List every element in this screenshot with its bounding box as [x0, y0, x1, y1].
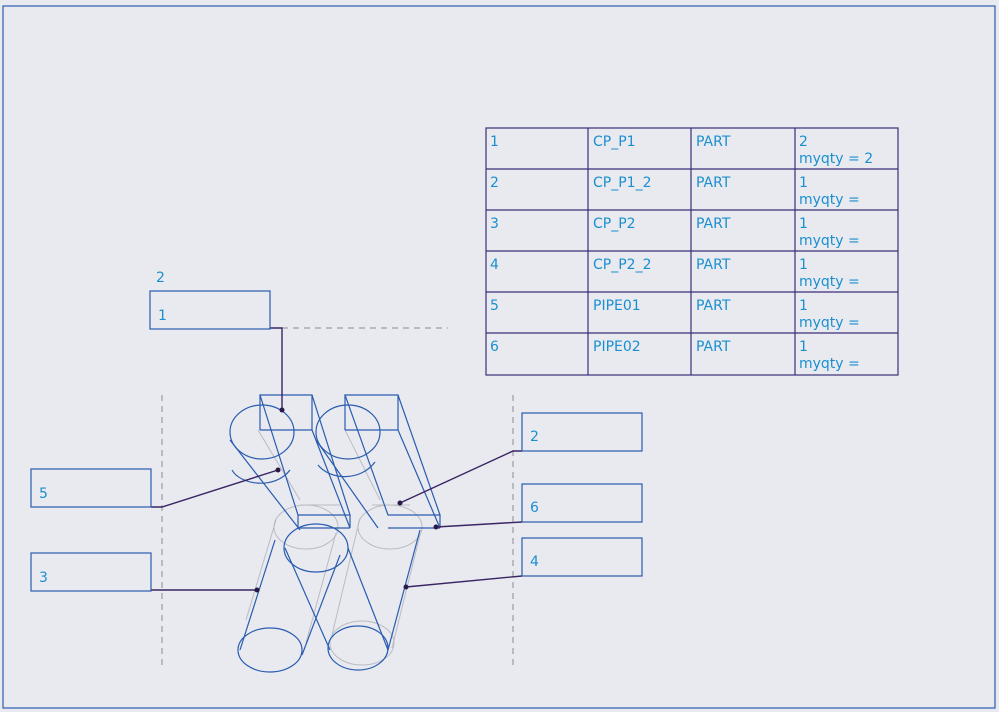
bom-index: 6 — [490, 339, 499, 355]
bom-index: 4 — [490, 257, 499, 273]
bom-qty: 1 — [799, 298, 808, 314]
balloon-label: 2 — [530, 429, 539, 445]
bom-row: 2 CP_P1_2 PART 1 myqty = — [490, 175, 860, 208]
bom-index: 1 — [490, 134, 499, 150]
bom-row: 3 CP_P2 PART 1 myqty = — [490, 216, 860, 249]
bom-row: 4 CP_P2_2 PART 1 myqty = — [490, 257, 860, 290]
balloon-3[interactable]: 3 — [30, 552, 152, 592]
balloon-qty: 2 — [156, 270, 165, 286]
balloon-label: 6 — [530, 500, 539, 516]
bom-part-name: CP_P1 — [593, 134, 636, 150]
bom-part-name: CP_P1_2 — [593, 175, 651, 191]
part-cp-p1 — [259, 394, 351, 529]
bom-part-name: CP_P2 — [593, 216, 636, 232]
bom-index: 2 — [490, 175, 499, 191]
balloon-label: 3 — [39, 570, 48, 586]
bom-qty: 1 — [799, 175, 808, 191]
bom-qty: 1 — [799, 216, 808, 232]
part-cp-p2 — [344, 394, 441, 529]
balloon-6[interactable]: 6 — [521, 483, 643, 523]
bom-param: myqty = 2 — [799, 151, 873, 167]
bom-param: myqty = — [799, 356, 860, 372]
balloon-1[interactable]: 1 2 — [149, 270, 271, 330]
bom-index: 3 — [490, 216, 499, 232]
leaders — [151, 327, 523, 593]
balloon-5[interactable]: 5 — [30, 468, 152, 508]
bom-type: PART — [696, 257, 731, 273]
bom-type: PART — [696, 216, 731, 232]
part-pipe01 — [229, 404, 341, 673]
bom-part-name: CP_P2_2 — [593, 257, 651, 273]
bom-type: PART — [696, 134, 731, 150]
bom-part-name: PIPE02 — [593, 339, 641, 355]
bom-param: myqty = — [799, 274, 860, 290]
bom-row: 6 PIPE02 PART 1 myqty = — [490, 339, 860, 372]
balloon-label: 4 — [530, 554, 539, 570]
bom-type: PART — [696, 339, 731, 355]
bom-type: PART — [696, 175, 731, 191]
center-lines — [161, 327, 514, 670]
bom-param: myqty = — [799, 315, 860, 331]
balloon-2[interactable]: 2 — [521, 412, 643, 452]
bom-param: myqty = — [799, 233, 860, 249]
bom-type: PART — [696, 298, 731, 314]
balloon-label: 1 — [158, 308, 167, 324]
bom-qty: 1 — [799, 257, 808, 273]
drawing-sheet: 1 CP_P1 PART 2 myqty = 2 2 CP_P1_2 PART … — [2, 5, 996, 709]
balloon-label: 5 — [39, 486, 48, 502]
assembly-view — [229, 394, 441, 673]
bom-qty: 1 — [799, 339, 808, 355]
bom-row: 5 PIPE01 PART 1 myqty = — [490, 298, 860, 331]
bom-table: 1 CP_P1 PART 2 myqty = 2 2 CP_P1_2 PART … — [485, 127, 899, 376]
bom-qty: 2 — [799, 134, 808, 150]
bom-row: 1 CP_P1 PART 2 myqty = 2 — [490, 134, 873, 167]
bom-param: myqty = — [799, 192, 860, 208]
bom-part-name: PIPE01 — [593, 298, 641, 314]
bom-index: 5 — [490, 298, 499, 314]
balloon-4[interactable]: 4 — [521, 537, 643, 577]
